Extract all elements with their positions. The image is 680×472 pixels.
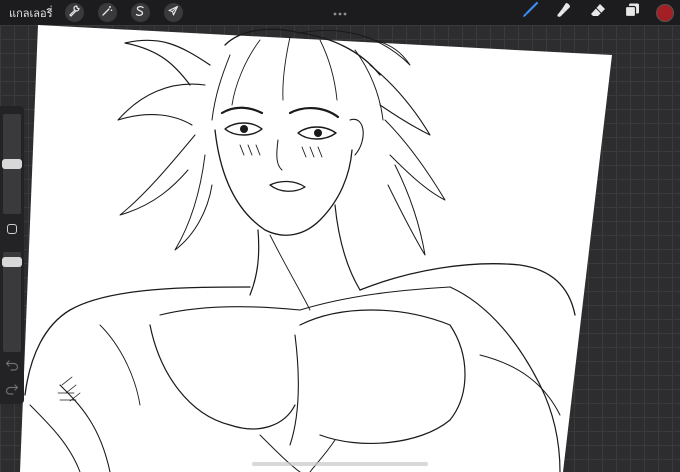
top-toolbar: แกลเลอรี่ <box>0 0 680 25</box>
canvas-workspace[interactable] <box>0 25 680 472</box>
actions-button[interactable] <box>64 3 84 22</box>
selection-button[interactable] <box>130 3 150 22</box>
wrench-icon <box>68 4 80 22</box>
layers-icon <box>623 1 641 24</box>
brush-button[interactable] <box>520 1 540 24</box>
smudge-button[interactable] <box>554 3 574 23</box>
brush-icon <box>521 1 539 24</box>
undo-icon <box>5 358 19 375</box>
home-indicator <box>252 462 428 466</box>
color-picker-swatch[interactable] <box>656 3 674 22</box>
modify-button[interactable] <box>7 224 17 234</box>
opacity-slider[interactable] <box>3 252 21 352</box>
undo-button[interactable] <box>5 358 19 371</box>
adjustments-button[interactable] <box>97 3 117 22</box>
eraser-button[interactable] <box>588 3 608 23</box>
selection-s-icon <box>134 4 146 22</box>
smudge-icon <box>555 1 573 24</box>
brush-size-thumb[interactable] <box>2 159 22 169</box>
left-sidebar <box>0 106 24 404</box>
layers-button[interactable] <box>622 3 642 23</box>
eraser-icon <box>589 1 607 24</box>
opacity-thumb[interactable] <box>2 256 22 267</box>
redo-icon <box>5 382 19 399</box>
sketch-artwork[interactable] <box>0 25 680 472</box>
arrow-cursor-icon <box>167 4 179 22</box>
magic-wand-icon <box>101 4 113 22</box>
gallery-button[interactable]: แกลเลอรี่ <box>9 4 53 22</box>
more-options-icon[interactable] <box>332 4 348 16</box>
transform-button[interactable] <box>163 3 183 22</box>
redo-button[interactable] <box>5 382 19 395</box>
